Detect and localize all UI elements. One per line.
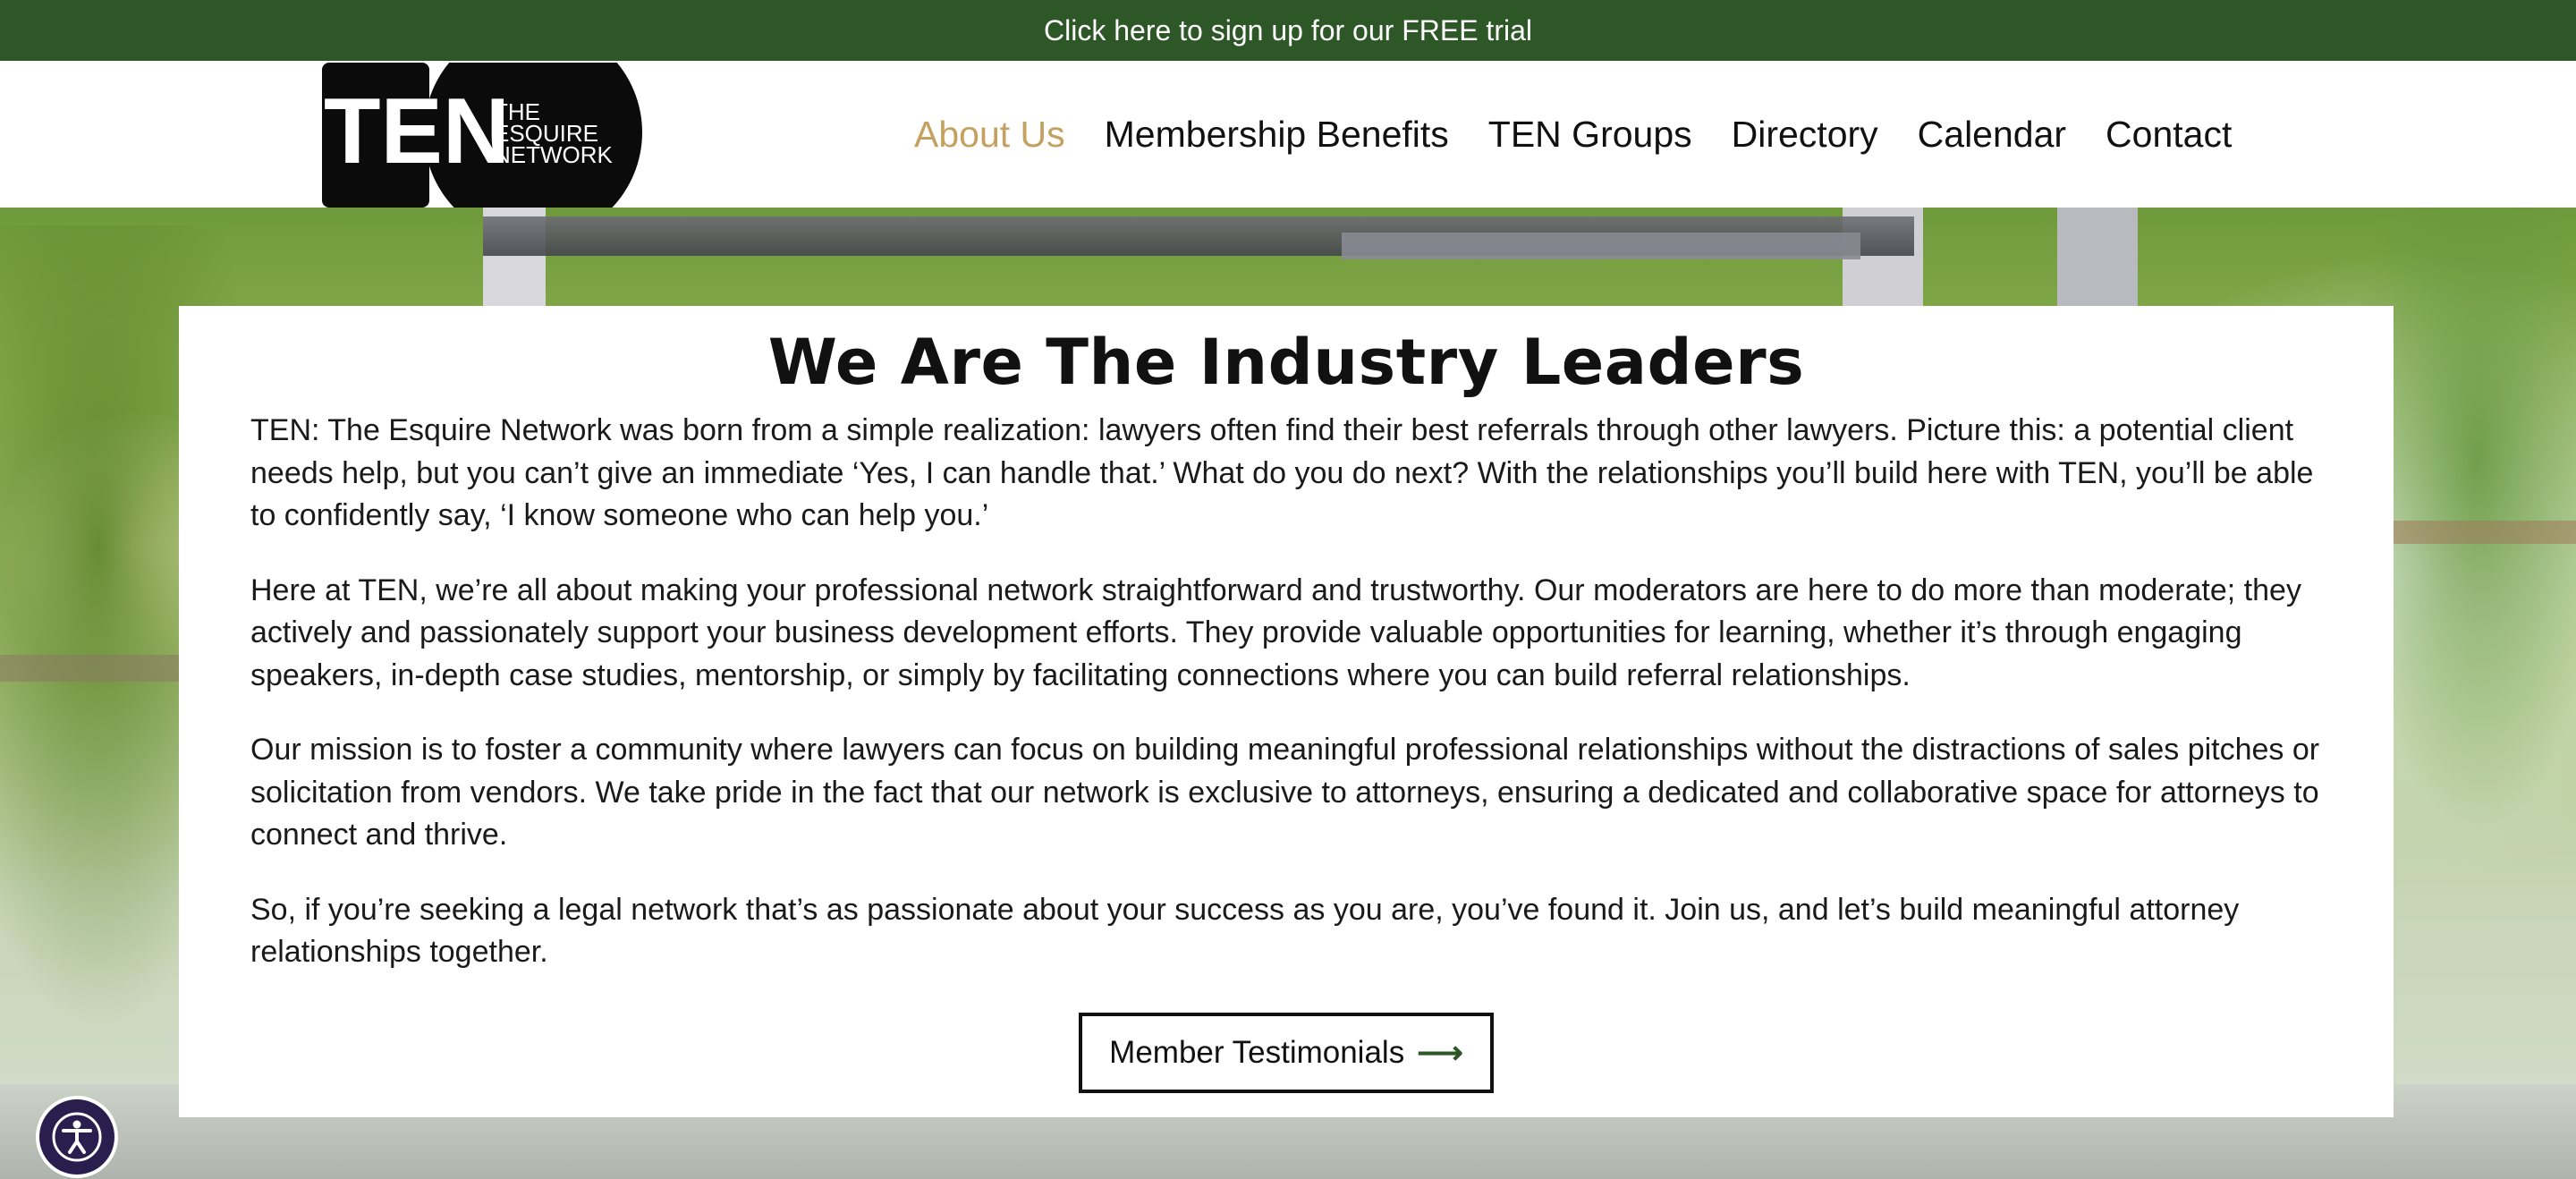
main-nav: About Us Membership Benefits TEN Groups … xyxy=(894,61,2232,208)
svg-text:NETWORK: NETWORK xyxy=(494,141,614,168)
promo-banner-link[interactable]: Click here to sign up for our FREE trial xyxy=(0,0,2576,61)
nav-item-calendar[interactable]: Calendar xyxy=(1918,114,2066,156)
hero-beam xyxy=(1342,233,1860,259)
hero-railing xyxy=(0,655,197,682)
about-body: TEN: The Esquire Network was born from a… xyxy=(250,410,2322,1006)
about-content-card: We Are The Industry Leaders TEN: The Esq… xyxy=(179,306,2394,1117)
about-paragraph: So, if you’re seeking a legal network th… xyxy=(250,892,2240,970)
accessibility-icon xyxy=(52,1112,102,1162)
site-header: TEN THE ESQUIRE NETWORK About Us Members… xyxy=(0,61,2576,208)
svg-text:TEN: TEN xyxy=(324,80,510,183)
nav-item-membership-benefits[interactable]: Membership Benefits xyxy=(1105,114,1449,156)
site-logo[interactable]: TEN THE ESQUIRE NETWORK xyxy=(322,63,642,208)
nav-item-about-us[interactable]: About Us xyxy=(914,114,1065,156)
about-paragraph: Here at TEN, we’re all about making your… xyxy=(250,573,2301,692)
page-title: We Are The Industry Leaders xyxy=(767,326,1805,399)
member-testimonials-label: Member Testimonials xyxy=(1109,1035,1405,1070)
hero-railing xyxy=(2379,521,2576,544)
nav-item-ten-groups[interactable]: TEN Groups xyxy=(1488,114,1692,156)
promo-text[interactable]: Click here to sign up for our FREE trial xyxy=(1044,14,1532,47)
nav-item-contact[interactable]: Contact xyxy=(2106,114,2232,156)
about-paragraph: Our mission is to foster a community whe… xyxy=(250,733,2320,852)
about-paragraph: TEN: The Esquire Network was born from a… xyxy=(250,413,2314,532)
arrow-right-icon: ⟶ xyxy=(1417,1034,1463,1071)
nav-item-directory[interactable]: Directory xyxy=(1732,114,1878,156)
accessibility-widget-button[interactable] xyxy=(36,1096,118,1178)
hero-pillar xyxy=(2057,208,2138,306)
member-testimonials-button[interactable]: Member Testimonials ⟶ xyxy=(1079,1013,1494,1093)
